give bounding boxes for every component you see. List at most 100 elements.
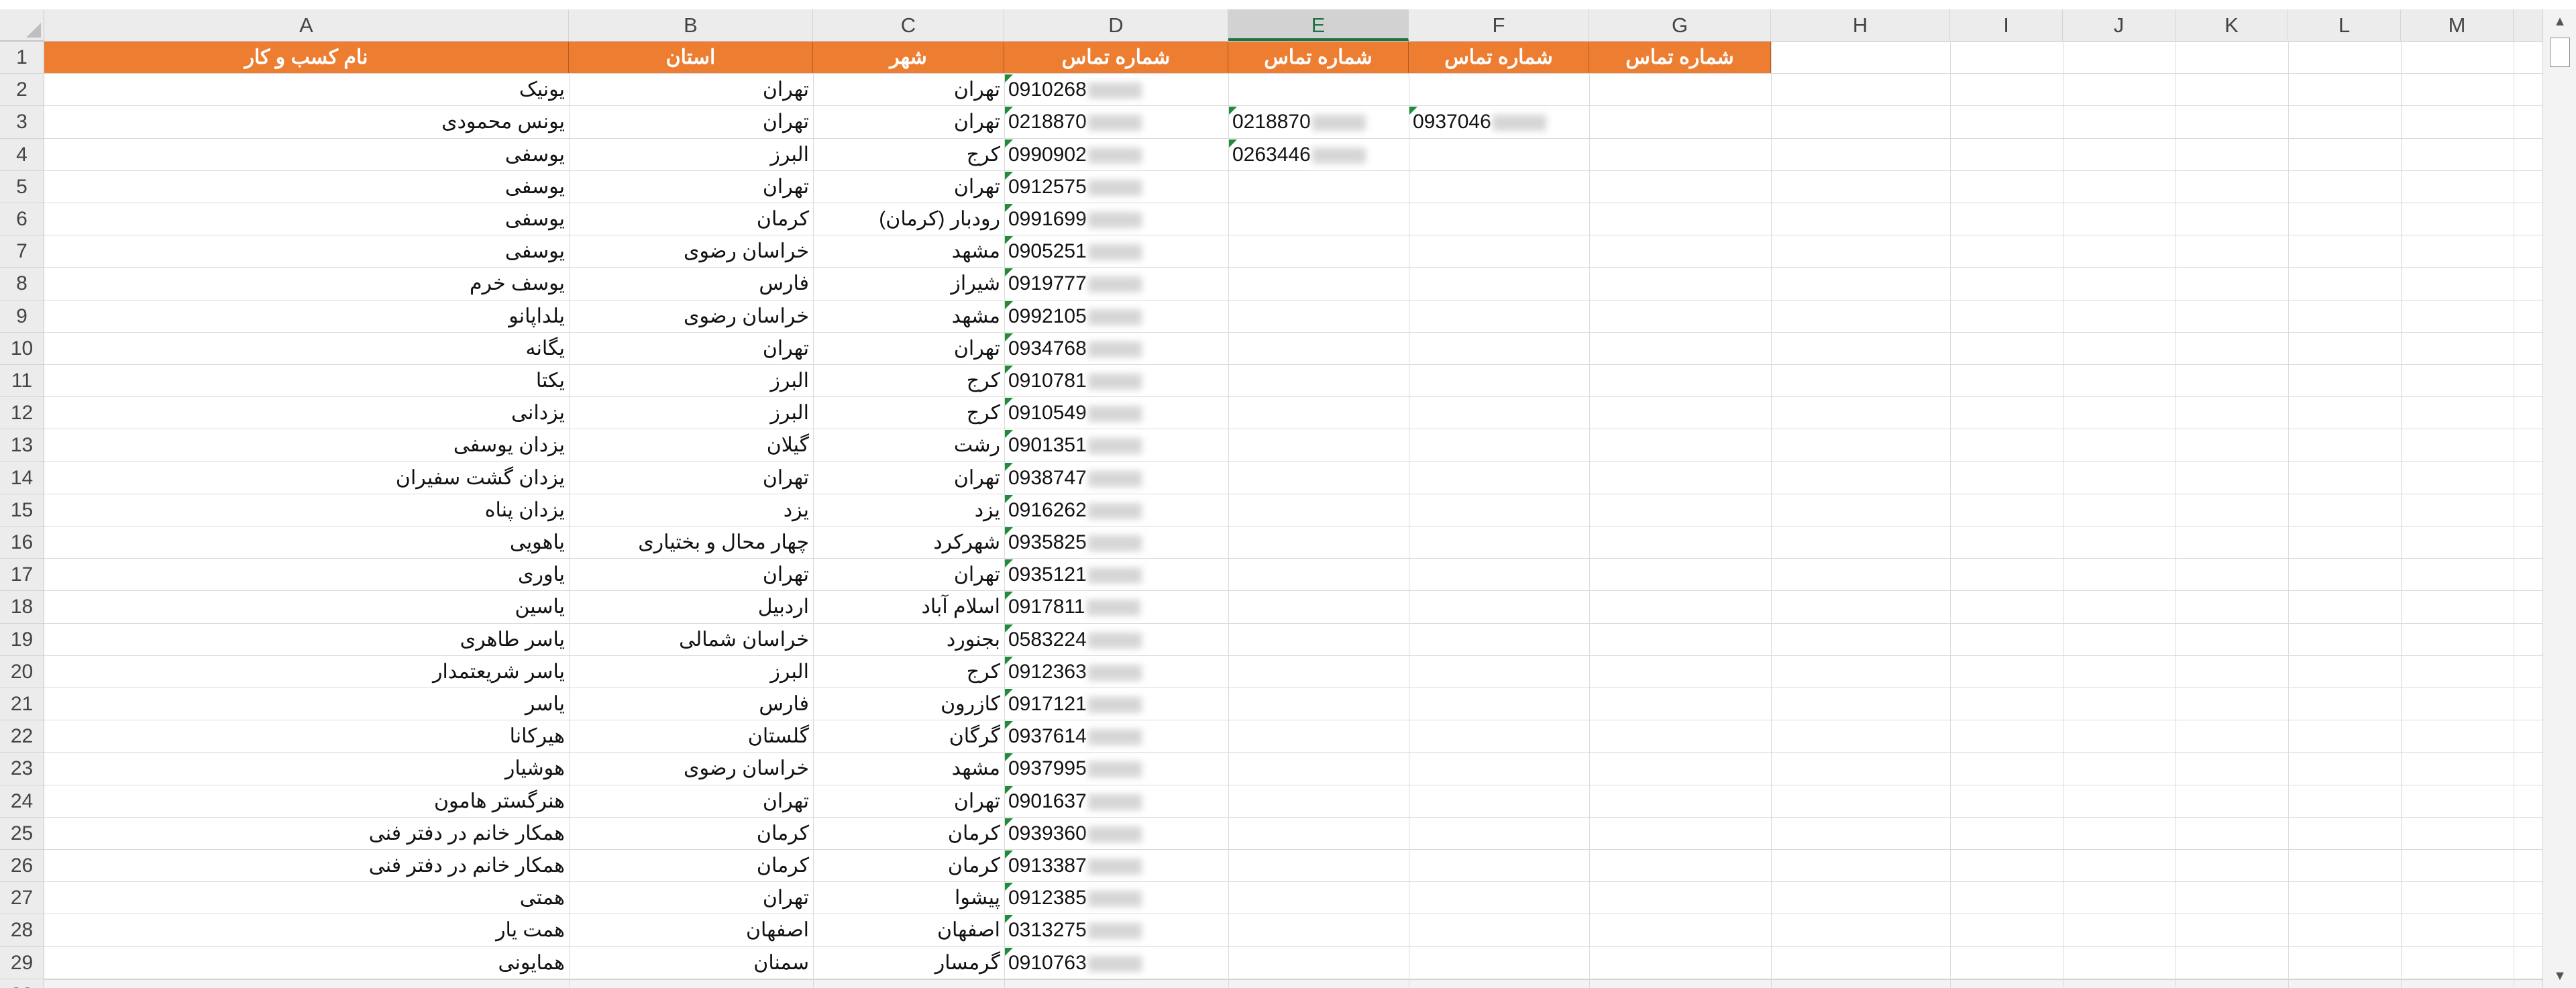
phone-cell-d[interactable]: 0912385 (1004, 882, 1146, 914)
cell-c[interactable]: مشهد (813, 235, 1004, 268)
phone-cell-d[interactable]: 0218870 (1004, 106, 1146, 138)
cell-c[interactable]: گرمسار (813, 947, 1004, 979)
phone-cell-d[interactable]: 0991699 (1004, 203, 1146, 235)
cell-a[interactable]: یوسفی (44, 203, 569, 235)
cell-b[interactable]: چهار محال و بختیاری (569, 527, 813, 559)
cell-b[interactable]: تهران (569, 785, 813, 818)
row-header[interactable]: 11 (0, 365, 44, 398)
cell-b[interactable]: تهران (569, 106, 813, 138)
cell-a[interactable]: یزدان گشت سفیران (44, 462, 569, 494)
cell-b[interactable]: گیلان (569, 429, 813, 461)
cell-c[interactable]: کرج (813, 139, 1004, 171)
scroll-up-icon[interactable]: ▲ (2543, 9, 2576, 34)
cell-c[interactable]: کازرون (813, 688, 1004, 720)
row-header[interactable]: 10 (0, 332, 44, 365)
row-header[interactable]: 16 (0, 527, 44, 559)
cell-c[interactable]: تهران (813, 785, 1004, 818)
column-header-m[interactable]: M (2401, 9, 2514, 41)
column-header-a[interactable]: A (44, 9, 569, 41)
phone-cell-d[interactable]: 0938747 (1004, 462, 1146, 494)
column-header-l[interactable]: L (2288, 9, 2401, 41)
cell-b[interactable]: کرمان (569, 203, 813, 235)
phone-cell-d[interactable]: 0916262 (1004, 494, 1146, 527)
column-header-b[interactable]: B (569, 9, 813, 41)
cell-c[interactable]: بجنورد (813, 624, 1004, 656)
horizontal-scrollbar[interactable] (0, 979, 2542, 988)
cell-a[interactable]: همتی (44, 882, 569, 914)
cell-c[interactable]: پیشوا (813, 882, 1004, 914)
cell-b[interactable]: خراسان شمالی (569, 624, 813, 656)
cell-c[interactable]: کرج (813, 397, 1004, 429)
cell-b[interactable]: گلستان (569, 720, 813, 753)
cell-a[interactable]: یاوری (44, 559, 569, 591)
scrollbar-thumb[interactable] (2550, 38, 2570, 67)
cell-b[interactable]: تهران (569, 462, 813, 494)
phone-cell-d[interactable]: 0937995 (1004, 753, 1146, 785)
cell-a[interactable]: یلداپانو (44, 300, 569, 333)
cell-a[interactable]: هنرگستر هامون (44, 785, 569, 818)
row-header[interactable]: 4 (0, 138, 44, 171)
cell-b[interactable]: تهران (569, 559, 813, 591)
cell-c[interactable]: تهران (813, 333, 1004, 365)
cell-a[interactable]: یوسفی (44, 139, 569, 171)
row-header[interactable]: 26 (0, 850, 44, 883)
phone-cell-d[interactable]: 0937614 (1004, 720, 1146, 753)
cell-c[interactable]: اصفهان (813, 914, 1004, 946)
cell-a[interactable]: یزدان یوسفی (44, 429, 569, 461)
column-header-h[interactable]: H (1771, 9, 1950, 41)
cell-a[interactable]: یزدانی (44, 397, 569, 429)
row-header[interactable]: 6 (0, 203, 44, 236)
row-header[interactable]: 2 (0, 74, 44, 107)
cell-c[interactable]: کرج (813, 365, 1004, 397)
phone-cell-d[interactable]: 0901637 (1004, 785, 1146, 818)
row-header[interactable]: 24 (0, 785, 44, 818)
cell-a[interactable]: یاسر طاهری (44, 624, 569, 656)
phone-cell-d[interactable]: 0912363 (1004, 656, 1146, 688)
column-header-f[interactable]: F (1409, 9, 1589, 41)
cell-a[interactable]: همت یار (44, 914, 569, 946)
phone-cell-d[interactable]: 0901351 (1004, 429, 1146, 461)
cell-a[interactable]: یوسفی (44, 235, 569, 268)
cell-a[interactable]: همکار خانم در دفتر فنی (44, 818, 569, 850)
cell-a[interactable]: یونس محمودی (44, 106, 569, 138)
cell-b[interactable]: البرز (569, 139, 813, 171)
row-header[interactable]: 12 (0, 397, 44, 430)
cell-c[interactable]: تهران (813, 559, 1004, 591)
column-header-i[interactable]: I (1950, 9, 2063, 41)
row-header[interactable]: 27 (0, 882, 44, 915)
phone-cell-e[interactable]: 0218870 (1228, 106, 1370, 138)
cell-a[interactable]: یکتا (44, 365, 569, 397)
cell-c[interactable]: تهران (813, 462, 1004, 494)
row-header[interactable]: 28 (0, 914, 44, 947)
phone-cell-d[interactable]: 0912575 (1004, 171, 1146, 203)
cell-c[interactable]: کرمان (813, 850, 1004, 882)
cell-a[interactable]: هوشیار (44, 753, 569, 785)
cell-c[interactable]: رودبار (کرمان) (813, 203, 1004, 235)
cell-b[interactable]: البرز (569, 397, 813, 429)
column-header-e[interactable]: E (1228, 9, 1409, 41)
cell-b[interactable]: سمنان (569, 947, 813, 979)
column-header-g[interactable]: G (1589, 9, 1771, 41)
cell-c[interactable]: تهران (813, 74, 1004, 106)
row-header[interactable]: 23 (0, 753, 44, 785)
cell-a[interactable]: یگانه (44, 333, 569, 365)
row-header[interactable]: 3 (0, 106, 44, 139)
column-header-j[interactable]: J (2063, 9, 2176, 41)
cell-a[interactable]: یوسفی (44, 171, 569, 203)
phone-cell-d[interactable]: 0934768 (1004, 333, 1146, 365)
phone-cell-d[interactable]: 0910763 (1004, 947, 1146, 979)
cell-b[interactable]: تهران (569, 74, 813, 106)
cell-b[interactable]: تهران (569, 171, 813, 203)
cell-a[interactable]: یوسف خرم (44, 268, 569, 300)
spreadsheet-grid[interactable]: ▲ ▼ A B C D E F G H I J K L M 1 نام کسب و کار استان شهر ش… (0, 0, 2576, 988)
cell-b[interactable]: خراسان رضوی (569, 300, 813, 333)
phone-cell-d[interactable]: 0910781 (1004, 365, 1146, 397)
cell-a[interactable]: یاسر (44, 688, 569, 720)
row-header[interactable]: 15 (0, 494, 44, 527)
cell-a[interactable]: یاهویی (44, 527, 569, 559)
cell-b[interactable]: تهران (569, 882, 813, 914)
cell-c[interactable]: کرج (813, 656, 1004, 688)
scroll-down-icon[interactable]: ▼ (2543, 964, 2576, 988)
cell-c[interactable]: شهرکرد (813, 527, 1004, 559)
cell-c[interactable]: کرمان (813, 818, 1004, 850)
